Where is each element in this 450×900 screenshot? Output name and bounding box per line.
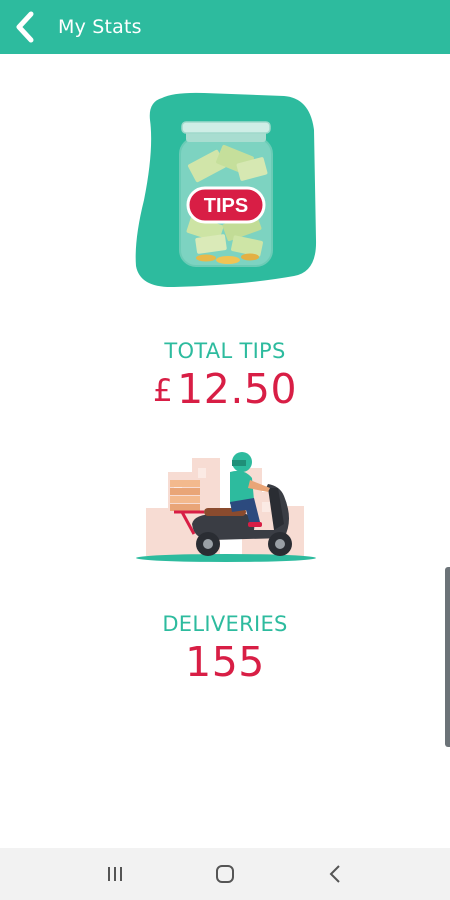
recents-icon	[108, 867, 122, 881]
total-tips-amount: 12.50	[177, 365, 298, 413]
home-icon	[216, 865, 234, 883]
total-tips-label: TOTAL TIPS	[164, 339, 286, 363]
back-button[interactable]	[0, 0, 50, 54]
tips-jar-illustration: TIPS	[135, 92, 317, 288]
edge-panel-handle[interactable]	[445, 567, 450, 747]
back-icon	[329, 865, 340, 883]
tips-jar-label: TIPS	[204, 195, 248, 217]
system-back-button[interactable]	[305, 848, 365, 900]
total-tips-value: £12.50	[0, 365, 450, 413]
deliveries-value: 155	[185, 638, 265, 686]
currency-symbol: £	[152, 373, 174, 409]
deliveries-label: DELIVERIES	[162, 612, 288, 636]
home-button[interactable]	[195, 848, 255, 900]
my-stats-screen: My Stats TIPS TOTAL TIPS £12.50 DELIVERI…	[0, 0, 450, 900]
app-bar: My Stats	[0, 0, 450, 54]
page-title: My Stats	[58, 16, 142, 38]
system-nav-bar	[0, 848, 450, 900]
chevron-left-icon	[16, 11, 34, 43]
scooter-delivery-illustration	[136, 452, 316, 562]
recents-button[interactable]	[85, 848, 145, 900]
